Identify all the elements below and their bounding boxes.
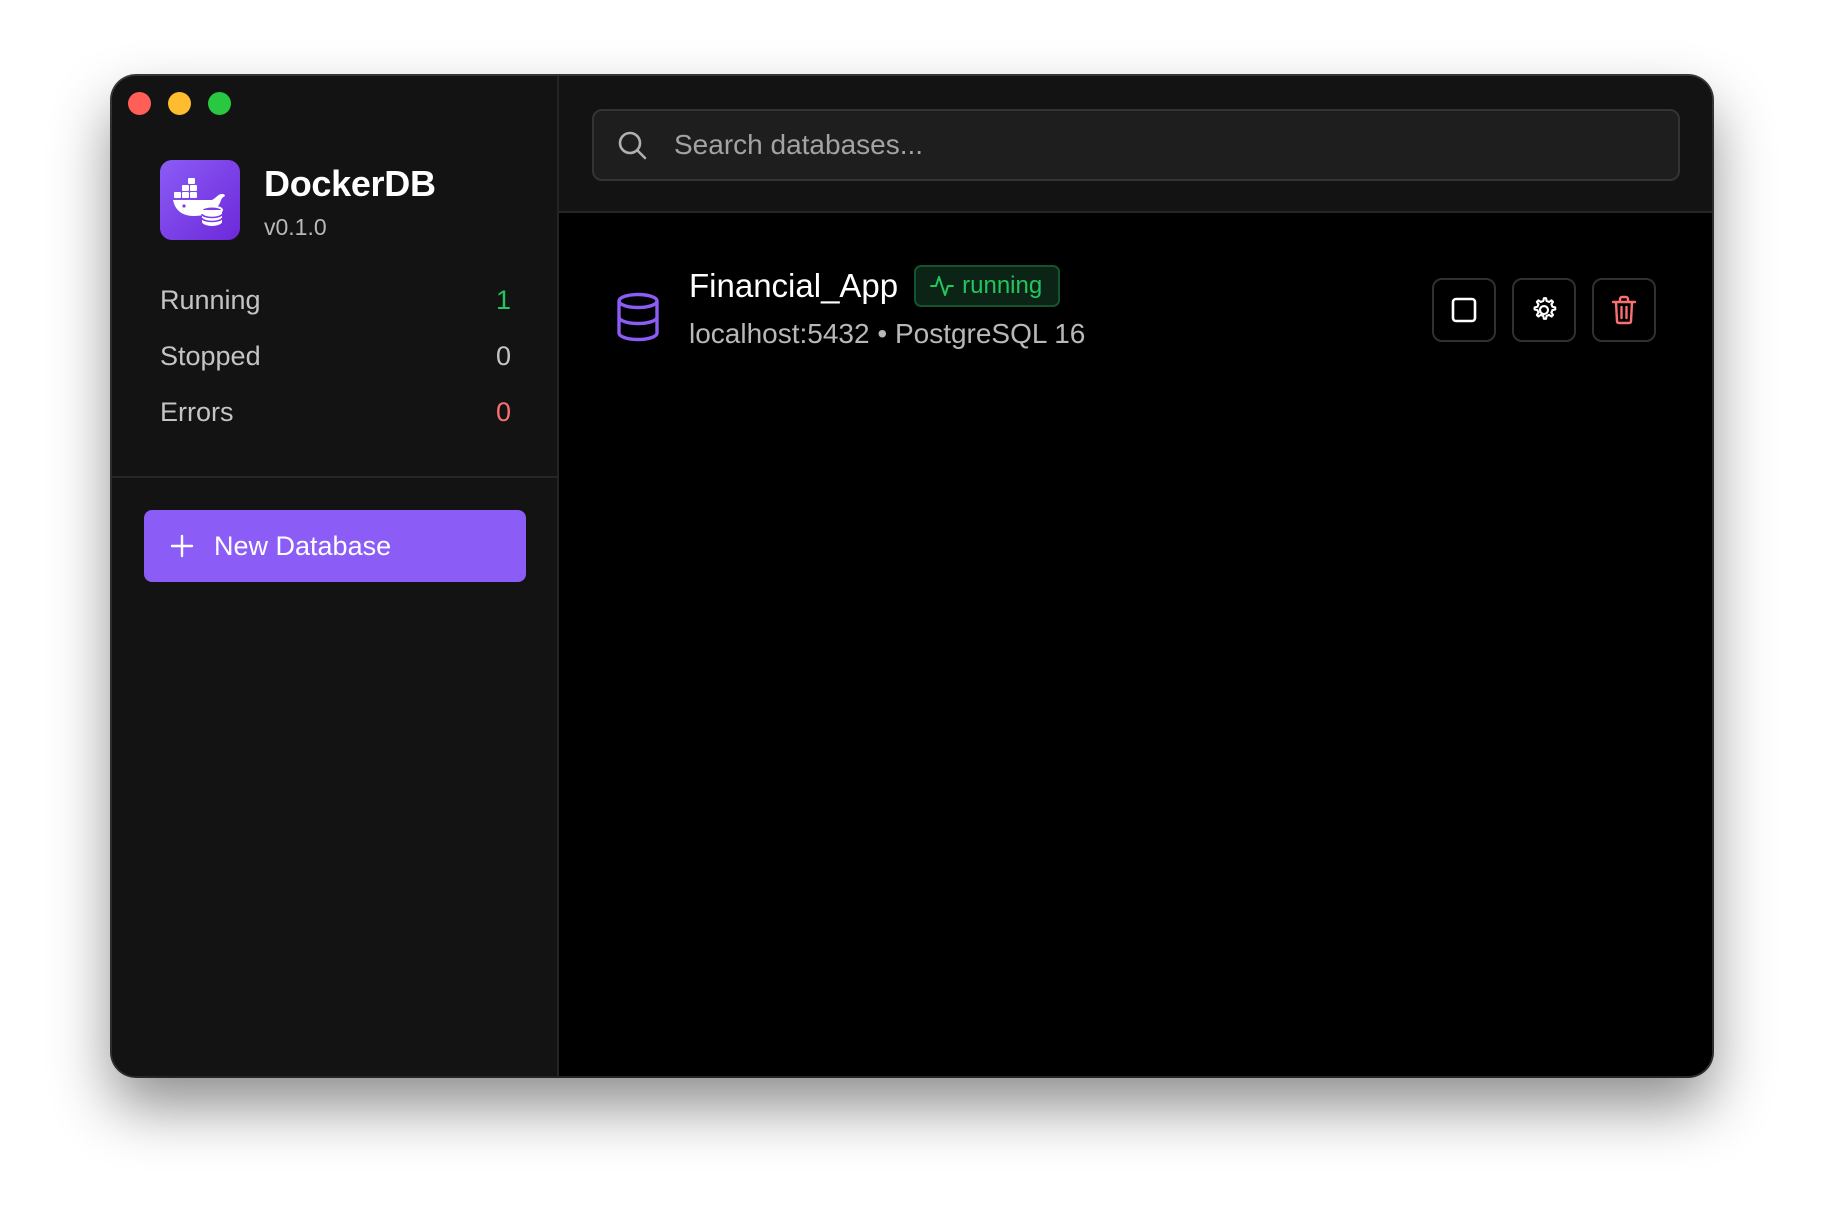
- trash-icon: [1611, 295, 1637, 325]
- app-version: v0.1.0: [264, 214, 327, 240]
- brand-text: DockerDB v0.1.0: [264, 162, 436, 242]
- database-icon: [615, 292, 661, 342]
- app-logo: [160, 160, 240, 240]
- maximize-window-button[interactable]: [208, 92, 231, 115]
- search-box[interactable]: [592, 109, 1680, 181]
- sidebar: DockerDB v0.1.0 Running 1 Stopped 0 Erro…: [112, 76, 559, 1076]
- stat-label: Running: [160, 284, 261, 315]
- delete-button[interactable]: [1592, 278, 1656, 342]
- status-text: running: [962, 272, 1043, 299]
- stat-value: 0: [495, 340, 511, 371]
- docker-whale-icon: [173, 178, 225, 226]
- stat-value: 0: [495, 396, 511, 427]
- app-window: DockerDB v0.1.0 Running 1 Stopped 0 Erro…: [112, 76, 1712, 1076]
- sidebar-divider: [112, 476, 557, 478]
- database-list-item[interactable]: Financial_App running localhost:5432 • P…: [559, 264, 1712, 364]
- window-controls: [128, 92, 231, 115]
- search-header: [559, 76, 1712, 213]
- stat-label: Stopped: [160, 340, 261, 371]
- stat-running: Running 1: [160, 272, 511, 328]
- stat-label: Errors: [160, 396, 234, 427]
- stat-stopped: Stopped 0: [160, 328, 511, 384]
- main-panel: Financial_App running localhost:5432 • P…: [559, 76, 1712, 1076]
- minimize-window-button[interactable]: [168, 92, 191, 115]
- brand: DockerDB v0.1.0: [160, 160, 436, 242]
- plus-icon: [170, 534, 194, 558]
- stop-button[interactable]: [1432, 278, 1496, 342]
- new-database-button[interactable]: New Database: [144, 510, 526, 582]
- search-input[interactable]: [674, 111, 1678, 179]
- stat-errors: Errors 0: [160, 384, 511, 440]
- settings-button[interactable]: [1512, 278, 1576, 342]
- stop-icon: [1451, 297, 1477, 323]
- database-name: Financial_App: [689, 267, 899, 304]
- status-badge: running: [914, 265, 1061, 307]
- close-window-button[interactable]: [128, 92, 151, 115]
- app-name: DockerDB: [264, 163, 436, 204]
- gear-icon: [1533, 297, 1557, 320]
- stat-value: 1: [495, 284, 511, 315]
- database-connection-info: localhost:5432 • PostgreSQL 16: [689, 318, 1086, 349]
- status-summary: Running 1 Stopped 0 Errors 0: [160, 272, 511, 440]
- database-title-line: Financial_App running: [689, 264, 1061, 308]
- database-actions: [1432, 278, 1656, 342]
- search-icon: [616, 129, 648, 161]
- new-database-label: New Database: [214, 530, 392, 561]
- activity-icon: [930, 274, 955, 298]
